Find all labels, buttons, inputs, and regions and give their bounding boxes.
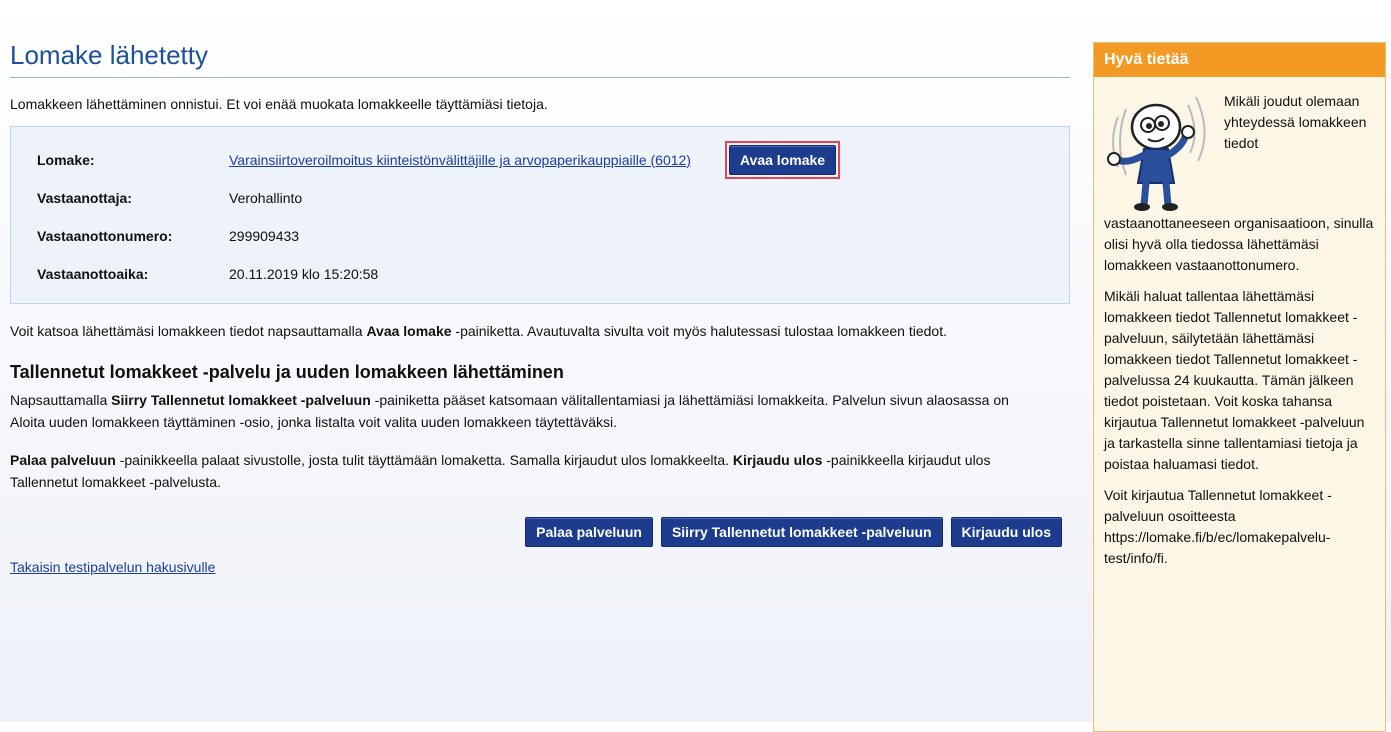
receipt-number-row: Vastaanottonumero: 299909433 [11,217,1069,255]
recipient-label: Vastaanottaja: [37,190,132,206]
receipt-time-row: Vastaanottoaika: 20.11.2019 klo 15:20:58 [11,255,1069,293]
saved-forms-instructions: Napsauttamalla Siirry Tallennetut lomakk… [10,392,1009,430]
open-form-highlight: Avaa lomake [724,141,841,179]
form-label: Lomake: [37,152,95,168]
recipient-value: Verohallinto [229,190,303,206]
saved-forms-button[interactable]: Siirry Tallennetut lomakkeet -palveluun [660,517,943,547]
return-to-service-button[interactable]: Palaa palveluun [525,517,653,547]
logout-button[interactable]: Kirjaudu ulos [950,517,1062,547]
sidebar-paragraph-3: Voit kirjautua Tallennetut lomakkeet -pa… [1104,487,1332,566]
page-title: Lomake lähetetty [10,40,1070,78]
sidebar-paragraph-2: Mikäli haluat tallentaa lähettämäsi loma… [1104,288,1365,472]
back-to-search-link[interactable]: Takaisin testipalvelun hakusivulle [10,559,215,575]
sidebar-paragraph-1: vastaanottaneeseen organisaatioon, sinul… [1104,215,1374,273]
receipt-number-label: Vastaanottonumero: [37,228,173,244]
form-row: Lomake: Varainsiirtoveroilmoitus kiintei… [11,141,1069,179]
receipt-time-label: Vastaanottoaika: [37,266,149,282]
receipt-number-value: 299909433 [229,228,300,244]
action-buttons: Palaa palveluun Siirry Tallennetut lomak… [10,517,1062,547]
form-link[interactable]: Varainsiirtoveroilmoitus kiinteistönväli… [229,152,691,168]
open-form-instructions: Voit katsoa lähettämäsi lomakkeen tiedot… [10,323,947,339]
good-to-know-sidebar: Hyvä tietää Mikäli joudut olemaan yhteyd… [1093,42,1386,732]
open-form-button[interactable]: Avaa lomake [728,145,837,175]
logout-instructions: Palaa palveluun -painikkeella palaat siv… [10,452,991,490]
main-content: Lomake lähetetty Lomakkeen lähettäminen … [10,40,1070,575]
sidebar-intro-top: Mikäli joudut olemaan yhteydessä lomakke… [1224,93,1367,151]
sidebar-heading: Hyvä tietää [1094,43,1385,77]
cartoon-figure-icon [1107,96,1206,211]
saved-forms-heading: Tallennetut lomakkeet -palvelu ja uuden … [10,362,564,382]
form-info-box: Lomake: Varainsiirtoveroilmoitus kiintei… [10,126,1070,304]
recipient-row: Vastaanottaja: Verohallinto [11,179,1069,217]
intro-text: Lomakkeen lähettäminen onnistui. Et voi … [10,96,548,112]
receipt-time-value: 20.11.2019 klo 15:20:58 [229,266,379,282]
